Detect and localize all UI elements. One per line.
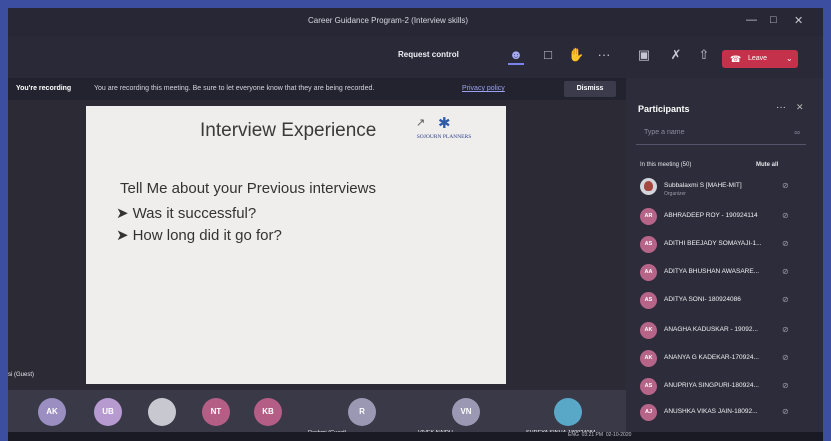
camera-off-icon[interactable]: ▣ — [636, 47, 652, 63]
clock-time: 03:21 PM — [581, 432, 604, 438]
avatar: AS — [640, 378, 657, 395]
phone-icon: ☎ — [730, 54, 742, 64]
participant-search-input[interactable]: Type a name ∞ — [636, 124, 806, 145]
bullet-text: Was it successful? — [132, 205, 257, 222]
participant-tile[interactable]: VN — [452, 398, 480, 426]
participant-count: In this meeting (50) — [640, 162, 692, 168]
avatar: AJ — [640, 404, 657, 421]
star-logo-icon: ✱ — [438, 115, 451, 132]
arrow-bullet-icon: ➤ — [116, 227, 129, 244]
meeting-stage: Interview Experience ↗ ✱ SOJOURN PLANNER… — [8, 100, 626, 390]
slide-bullet: ➤ Was it successful? — [116, 204, 256, 222]
participant-tile[interactable]: UB — [94, 398, 122, 426]
participant-row[interactable]: AK ANANYA G KADEKAR-170924... ⊘ — [640, 350, 810, 370]
recording-label: You're recording — [16, 85, 72, 92]
participant-name: ADITHI BEEJADY SOMAYAJI-1... — [664, 240, 762, 247]
avatar: AK — [640, 322, 657, 339]
close-icon[interactable]: ✕ — [794, 14, 803, 27]
teams-window: Career Guidance Program-2 (Interview ski… — [8, 8, 823, 441]
arrow-bullet-icon: ➤ — [116, 205, 129, 222]
request-control-button[interactable]: Request control — [398, 50, 459, 59]
participant-row[interactable]: AS ANUPRIYA SINGPURI-180924... ⊘ — [640, 378, 810, 398]
mic-muted-icon: ⊘ — [782, 407, 789, 416]
participant-row[interactable]: AR ABHRADEEP ROY - 190924114 ⊘ — [640, 208, 810, 228]
participant-row[interactable]: AJ ANUSHKA VIKAS JAIN-18092... ⊘ — [640, 404, 810, 424]
logo-text: SOJOURN PLANNERS — [416, 134, 472, 140]
cursor-icon: ↗ — [416, 117, 426, 129]
participant-role: Organizer — [664, 191, 686, 197]
privacy-policy-link[interactable]: Privacy policy — [462, 78, 505, 100]
recording-message: You are recording this meeting. Be sure … — [94, 85, 375, 92]
shared-slide: Interview Experience ↗ ✱ SOJOURN PLANNER… — [86, 106, 506, 384]
mute-all-button[interactable]: Mute all — [756, 162, 778, 168]
recording-banner: You're recording You are recording this … — [8, 78, 626, 100]
participant-tile-photo[interactable] — [148, 398, 176, 426]
mic-muted-icon: ⊘ — [782, 295, 789, 304]
avatar: AS — [640, 292, 657, 309]
language-indicator: ENG — [568, 432, 579, 438]
presenter-name: si (Guest) — [8, 372, 35, 378]
participant-name: ANUPRIYA SINGPURI-180924... — [664, 382, 759, 389]
mic-off-icon[interactable]: ✗ — [668, 47, 684, 63]
mic-muted-icon: ⊘ — [782, 239, 789, 248]
participants-title: Participants — [638, 104, 690, 114]
slide-title: Interview Experience — [200, 120, 377, 141]
more-options-icon[interactable]: ··· — [776, 102, 786, 113]
participant-name: ADITYA BHUSHAN AWASARE... — [664, 268, 760, 275]
leave-label: Leave — [748, 55, 768, 62]
title-bar: Career Guidance Program-2 (Interview ski… — [8, 8, 823, 36]
raise-hand-icon[interactable]: ✋ — [568, 47, 584, 63]
mic-muted-icon: ⊘ — [782, 353, 789, 362]
mic-muted-icon: ⊘ — [782, 181, 789, 190]
participant-name: ANANYA G KADEKAR-170924... — [664, 354, 759, 361]
participant-row[interactable]: AS ADITHI BEEJADY SOMAYAJI-1... ⊘ — [640, 236, 810, 256]
leave-button[interactable]: ☎ Leave ⌄ — [722, 50, 798, 68]
participant-name: Subbalaxmi S [MAHE-MIT] — [664, 182, 742, 189]
participant-tile-photo[interactable] — [554, 398, 582, 426]
participant-row[interactable]: Subbalaxmi S [MAHE-MIT] Organizer ⊘ — [640, 178, 810, 198]
mic-muted-icon: ⊘ — [782, 325, 789, 334]
participant-row[interactable]: AK ANAGHA KADUSKAR - 19092... ⊘ — [640, 322, 810, 342]
participant-name: ADITYA SONI- 180924086 — [664, 296, 741, 303]
avatar: AA — [640, 264, 657, 281]
participants-panel: Participants ··· ✕ Type a name ∞ In this… — [626, 78, 823, 441]
participant-tile[interactable]: R — [348, 398, 376, 426]
search-placeholder: Type a name — [644, 129, 685, 136]
avatar: AS — [640, 236, 657, 253]
mic-muted-icon: ⊘ — [782, 267, 789, 276]
clock-date: 02-10-2020 — [605, 432, 632, 438]
participant-name: ANUSHKA VIKAS JAIN-18092... — [664, 408, 758, 415]
dismiss-button[interactable]: Dismiss — [564, 81, 616, 97]
bullet-text: How long did it go for? — [132, 227, 282, 244]
minimize-icon[interactable]: — — [746, 14, 757, 26]
windows-taskbar: ENG 03:21 PM 02-10-2020 — [8, 432, 823, 441]
participant-tile[interactable]: AK — [38, 398, 66, 426]
chat-icon[interactable]: □ — [540, 47, 556, 63]
slide-subtitle: Tell Me about your Previous interviews — [120, 180, 376, 197]
chevron-down-icon[interactable]: ⌄ — [786, 50, 793, 68]
participant-row[interactable]: AA ADITYA BHUSHAN AWASARE... ⊘ — [640, 264, 810, 284]
system-tray: ENG 03:21 PM 02-10-2020 — [568, 432, 631, 438]
sojourn-logo: ↗ ✱ SOJOURN PLANNERS — [404, 114, 484, 144]
share-icon[interactable]: ⇧ — [696, 47, 712, 63]
participant-row[interactable]: AS ADITYA SONI- 180924086 ⊘ — [640, 292, 810, 312]
mic-muted-icon: ⊘ — [782, 381, 789, 390]
mic-muted-icon: ⊘ — [782, 211, 789, 220]
slide-bullet: ➤ How long did it go for? — [116, 226, 282, 244]
avatar — [640, 178, 657, 195]
share-link-icon[interactable]: ∞ — [794, 128, 800, 137]
more-icon[interactable]: ··· — [596, 47, 612, 63]
participant-tile[interactable]: NT — [202, 398, 230, 426]
people-icon[interactable]: ☻ — [508, 47, 524, 65]
avatar: AK — [640, 350, 657, 367]
close-panel-icon[interactable]: ✕ — [796, 102, 804, 113]
meeting-toolbar: Request control ☻ □ ✋ ··· ▣ ✗ ⇧ ☎ Leave … — [8, 36, 823, 78]
window-title: Career Guidance Program-2 (Interview ski… — [308, 16, 469, 25]
participant-tile[interactable]: KB — [254, 398, 282, 426]
participant-name: ABHRADEEP ROY - 190924114 — [664, 212, 758, 219]
participant-name: ANAGHA KADUSKAR - 19092... — [664, 326, 758, 333]
maximize-icon[interactable]: □ — [770, 14, 777, 26]
avatar: AR — [640, 208, 657, 225]
